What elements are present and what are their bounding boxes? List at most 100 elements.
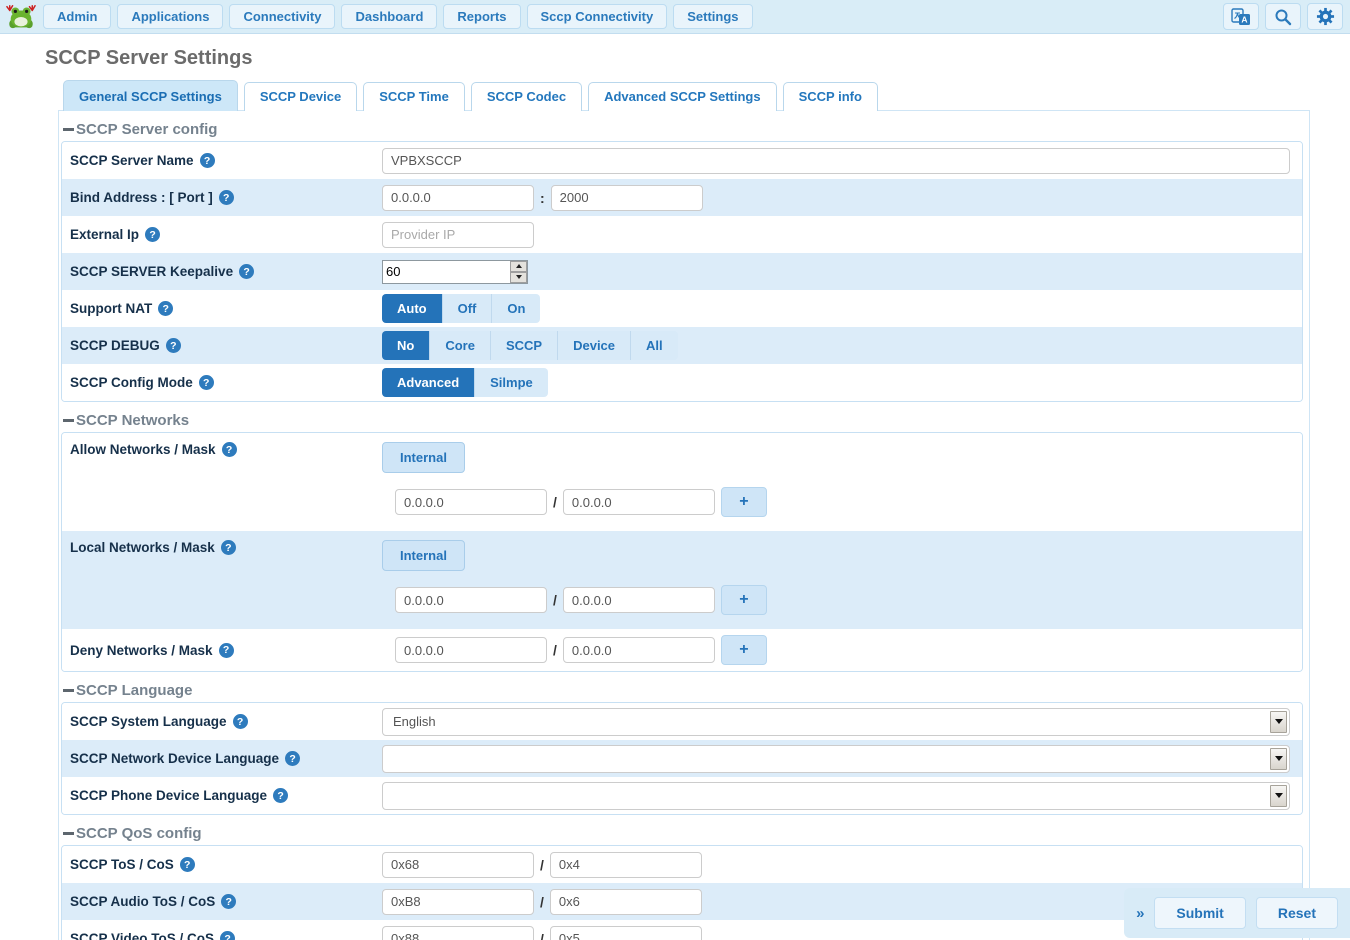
section-language: SCCP System Language English SCCP Networ… — [61, 702, 1303, 815]
tos-input[interactable] — [382, 852, 534, 878]
tab-sccp-info[interactable]: SCCP info — [783, 82, 878, 111]
nav-item-settings[interactable]: Settings — [673, 4, 752, 29]
section-header-networks[interactable]: SCCP Networks — [63, 412, 1303, 429]
nav-item-reports[interactable]: Reports — [443, 4, 520, 29]
audio-cos-input[interactable] — [550, 889, 702, 915]
row-video-tos-cos: SCCP Video ToS / CoS / — [62, 920, 1302, 940]
allow-internal-button[interactable]: Internal — [382, 442, 465, 473]
chevron-down-icon[interactable] — [1270, 785, 1287, 807]
allow-network-input[interactable] — [395, 489, 547, 515]
row-deny-networks: Deny Networks / Mask / + — [62, 629, 1302, 671]
config-mode-simple-button[interactable]: Silmpe — [475, 368, 548, 397]
nav-item-applications[interactable]: Applications — [117, 4, 223, 29]
submit-button[interactable]: Submit — [1154, 897, 1245, 929]
debug-sccp-button[interactable]: SCCP — [491, 331, 558, 360]
nav-item-admin[interactable]: Admin — [43, 4, 111, 29]
video-cos-input[interactable] — [550, 926, 702, 940]
help-icon[interactable] — [158, 301, 173, 316]
deny-network-input[interactable] — [395, 637, 547, 663]
number-spinner — [510, 261, 527, 283]
help-icon[interactable] — [220, 931, 235, 940]
help-icon[interactable] — [200, 153, 215, 168]
local-add-button[interactable]: + — [721, 585, 767, 615]
label-text: Allow Networks / Mask — [70, 442, 216, 457]
language-translate-button[interactable]: A — [1223, 3, 1259, 30]
phone-device-language-select[interactable] — [382, 782, 1290, 810]
external-ip-input[interactable] — [382, 222, 534, 248]
bind-address-input[interactable] — [382, 185, 534, 211]
spinner-up-button[interactable] — [510, 261, 527, 272]
chevron-down-icon[interactable] — [1270, 748, 1287, 770]
svg-text:A: A — [1241, 14, 1247, 24]
label-text: Local Networks / Mask — [70, 540, 215, 555]
debug-all-button[interactable]: All — [631, 331, 678, 360]
network-device-language-select[interactable] — [382, 745, 1290, 773]
spinner-down-button[interactable] — [510, 272, 527, 283]
nav-item-sccp-connectivity[interactable]: Sccp Connectivity — [527, 4, 668, 29]
audio-tos-input[interactable] — [382, 889, 534, 915]
debug-no-button[interactable]: No — [382, 331, 430, 360]
section-server-config: SCCP Server Name Bind Address : [ Port ]… — [61, 141, 1303, 402]
settings-gear-button[interactable] — [1307, 3, 1343, 30]
label-text: SCCP Video ToS / CoS — [70, 931, 214, 940]
bind-port-input[interactable] — [551, 185, 703, 211]
frog-logo-icon[interactable] — [6, 3, 36, 31]
reset-button[interactable]: Reset — [1256, 897, 1338, 929]
help-icon[interactable] — [219, 190, 234, 205]
local-mask-input[interactable] — [563, 587, 715, 613]
help-icon[interactable] — [166, 338, 181, 353]
help-icon[interactable] — [221, 894, 236, 909]
field-label: SCCP Audio ToS / CoS — [70, 894, 382, 909]
tab-sccp-time[interactable]: SCCP Time — [363, 82, 465, 111]
debug-core-button[interactable]: Core — [430, 331, 491, 360]
nav-item-connectivity[interactable]: Connectivity — [229, 4, 335, 29]
support-nat-on-button[interactable]: On — [492, 294, 540, 323]
row-sccp-tos-cos: SCCP ToS / CoS / — [62, 846, 1302, 883]
label-text: SCCP Network Device Language — [70, 751, 279, 766]
row-sccp-server-name: SCCP Server Name — [62, 142, 1302, 179]
help-icon[interactable] — [273, 788, 288, 803]
help-icon[interactable] — [222, 442, 237, 457]
help-icon[interactable] — [239, 264, 254, 279]
allow-mask-input[interactable] — [563, 489, 715, 515]
chevron-down-icon[interactable] — [1270, 711, 1287, 733]
system-language-select[interactable]: English — [382, 708, 1290, 736]
help-icon[interactable] — [285, 751, 300, 766]
cos-input[interactable] — [550, 852, 702, 878]
help-icon[interactable] — [199, 375, 214, 390]
config-mode-advanced-button[interactable]: Advanced — [382, 368, 475, 397]
deny-mask-input[interactable] — [563, 637, 715, 663]
help-icon[interactable] — [219, 643, 234, 658]
field-label: SCCP ToS / CoS — [70, 857, 382, 872]
keepalive-value-input[interactable] — [383, 261, 510, 283]
section-header-qos[interactable]: SCCP QoS config — [63, 825, 1303, 842]
tab-advanced-sccp-settings[interactable]: Advanced SCCP Settings — [588, 82, 777, 111]
search-button[interactable] — [1265, 3, 1301, 30]
help-icon[interactable] — [221, 540, 236, 555]
allow-add-button[interactable]: + — [721, 487, 767, 517]
debug-device-button[interactable]: Device — [558, 331, 631, 360]
slash-separator: / — [540, 931, 544, 940]
help-icon[interactable] — [180, 857, 195, 872]
help-icon[interactable] — [233, 714, 248, 729]
local-internal-button[interactable]: Internal — [382, 540, 465, 571]
sccp-server-name-input[interactable] — [382, 148, 1290, 174]
support-nat-auto-button[interactable]: Auto — [382, 294, 443, 323]
tab-sccp-codec[interactable]: SCCP Codec — [471, 82, 582, 111]
collapse-minus-icon — [63, 832, 74, 835]
row-audio-tos-cos: SCCP Audio ToS / CoS / — [62, 883, 1302, 920]
tab-sccp-device[interactable]: SCCP Device — [244, 82, 357, 111]
section-header-language[interactable]: SCCP Language — [63, 682, 1303, 699]
video-tos-input[interactable] — [382, 926, 534, 940]
tab-general-sccp-settings[interactable]: General SCCP Settings — [63, 80, 238, 111]
nav-item-dashboard[interactable]: Dashboard — [341, 4, 437, 29]
help-icon[interactable] — [145, 227, 160, 242]
section-qos: SCCP ToS / CoS / SCCP Audio ToS / CoS / — [61, 845, 1303, 940]
local-network-input[interactable] — [395, 587, 547, 613]
gear-icon — [1316, 7, 1335, 26]
collapse-chevron-icon[interactable]: » — [1136, 905, 1144, 922]
deny-add-button[interactable]: + — [721, 635, 767, 665]
section-header-server-config[interactable]: SCCP Server config — [63, 121, 1303, 138]
support-nat-off-button[interactable]: Off — [443, 294, 493, 323]
slash-separator: / — [540, 857, 544, 873]
